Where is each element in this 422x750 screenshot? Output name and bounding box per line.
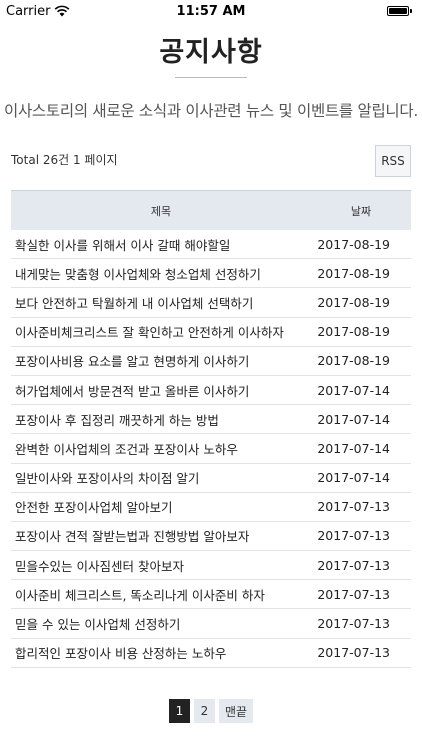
table-row[interactable]: 완벽한 이사업체의 조건과 포장이사 노하우 2017-07-14 — [11, 434, 411, 464]
page-1-button[interactable]: 1 — [168, 699, 190, 723]
notice-table: 제목 날짜 확실한 이사를 위해서 이사 갈때 해야할일 2017-08-19 내게… — [11, 190, 411, 668]
page-2-button[interactable]: 2 — [193, 699, 215, 723]
notice-title-link[interactable]: 믿을수있는 이사짐센터 찾아보자 — [11, 556, 311, 575]
pagination: 1 2 맨끝 — [0, 699, 422, 723]
notice-title-link[interactable]: 포장이사 후 집정리 깨끗하게 하는 방법 — [11, 410, 311, 429]
notice-title-link[interactable]: 믿을 수 있는 이사업체 선정하기 — [11, 614, 311, 633]
table-row[interactable]: 포장이사비용 요소를 알고 현명하게 이사하기 2017-08-19 — [11, 347, 411, 376]
table-row[interactable]: 합리적인 포장이사 비용 산정하는 노하우 2017-07-13 — [11, 639, 411, 668]
table-row[interactable]: 믿을수있는 이사짐센터 찾아보자 2017-07-13 — [11, 551, 411, 581]
table-row[interactable]: 안전한 포장이사업체 알아보기 2017-07-13 — [11, 493, 411, 522]
table-body: 확실한 이사를 위해서 이사 갈때 해야할일 2017-08-19 내게맞는 맞춤형… — [11, 230, 411, 668]
table-row[interactable]: 허가업체에서 방문견적 받고 올바른 이사하기 2017-07-14 — [11, 376, 411, 406]
notice-title-link[interactable]: 포장이사비용 요소를 알고 현명하게 이사하기 — [11, 351, 311, 370]
rss-button[interactable]: RSS — [375, 145, 411, 177]
notice-date: 2017-08-19 — [317, 353, 390, 369]
page-subtitle: 이사스토리의 새로운 소식과 이사관련 뉴스 및 이벤트를 알립니다. — [4, 102, 418, 120]
table-row[interactable]: 믿을 수 있는 이사업체 선정하기 2017-07-13 — [11, 609, 411, 639]
notice-date: 2017-07-14 — [317, 382, 390, 398]
table-row[interactable]: 일반이사와 포장이사의 차이점 알기 2017-07-14 — [11, 464, 411, 493]
page-title: 공지사항 — [159, 37, 263, 68]
notice-date: 2017-07-13 — [317, 616, 390, 632]
carrier-label: Carrier — [6, 3, 51, 19]
notice-title-link[interactable]: 일반이사와 포장이사의 차이점 알기 — [11, 468, 311, 487]
notice-title-link[interactable]: 확실한 이사를 위해서 이사 갈때 해야할일 — [11, 235, 311, 254]
notice-date: 2017-08-19 — [317, 236, 390, 252]
table-row[interactable]: 이사준비 체크리스트, 똑소리나게 이사준비 하자 2017-07-13 — [11, 580, 411, 610]
notice-date: 2017-07-14 — [317, 440, 390, 456]
notice-title-link[interactable]: 합리적인 포장이사 비용 산정하는 노하우 — [11, 643, 311, 662]
notice-title-link[interactable]: 완벽한 이사업체의 조건과 포장이사 노하우 — [11, 439, 311, 458]
notice-date: 2017-08-19 — [317, 324, 390, 340]
table-row[interactable]: 확실한 이사를 위해서 이사 갈때 해야할일 2017-08-19 — [11, 230, 411, 260]
battery-icon — [387, 6, 412, 16]
column-header-title: 제목 — [150, 204, 172, 218]
column-header-date: 날짜 — [350, 204, 372, 218]
notice-title-link[interactable]: 보다 안전하고 탁월하게 내 이사업체 선택하기 — [11, 293, 311, 312]
notice-date: 2017-07-14 — [317, 411, 390, 427]
last-page-button[interactable]: 맨끝 — [218, 699, 254, 723]
notice-date: 2017-08-19 — [317, 294, 390, 310]
title-divider — [175, 77, 247, 78]
notice-date: 2017-07-13 — [317, 499, 390, 515]
notice-title-link[interactable]: 포장이사 견적 잘받는법과 진행방법 알아보자 — [11, 526, 311, 545]
table-row[interactable]: 포장이사 후 집정리 깨끗하게 하는 방법 2017-07-14 — [11, 405, 411, 435]
table-row[interactable]: 포장이사 견적 잘받는법과 진행방법 알아보자 2017-07-13 — [11, 522, 411, 552]
wifi-icon — [55, 5, 70, 17]
table-row[interactable]: 보다 안전하고 탁월하게 내 이사업체 선택하기 2017-08-19 — [11, 288, 411, 318]
status-bar: Carrier 11:57 AM — [0, 0, 422, 22]
table-row[interactable]: 내게맞는 맞춤형 이사업체와 청소업체 선정하기 2017-08-19 — [11, 259, 411, 289]
notice-date: 2017-07-14 — [317, 470, 390, 486]
notice-title-link[interactable]: 내게맞는 맞춤형 이사업체와 청소업체 선정하기 — [11, 264, 311, 283]
notice-title-link[interactable]: 이사준비체크리스트 잘 확인하고 안전하게 이사하자 — [11, 322, 311, 341]
notice-title-link[interactable]: 안전한 포장이사업체 알아보기 — [11, 497, 311, 516]
notice-date: 2017-07-13 — [317, 645, 390, 661]
notice-date: 2017-08-19 — [317, 265, 390, 281]
notice-date: 2017-07-13 — [317, 586, 390, 602]
notice-title-link[interactable]: 이사준비 체크리스트, 똑소리나게 이사준비 하자 — [11, 585, 311, 604]
status-left: Carrier — [6, 4, 70, 19]
table-header: 제목 날짜 — [11, 190, 411, 230]
table-row[interactable]: 이사준비체크리스트 잘 확인하고 안전하게 이사하자 2017-08-19 — [11, 318, 411, 347]
notice-date: 2017-07-13 — [317, 528, 390, 544]
post-count-summary: Total 26건 1 페이지 — [11, 153, 118, 167]
notice-title-link[interactable]: 허가업체에서 방문견적 받고 올바른 이사하기 — [11, 381, 311, 400]
notice-date: 2017-07-13 — [317, 557, 390, 573]
